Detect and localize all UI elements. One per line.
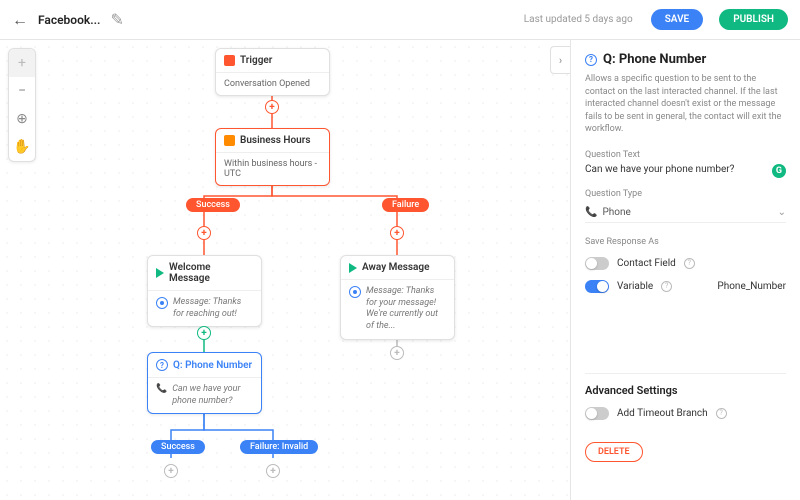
node-trigger[interactable]: Trigger Conversation Opened xyxy=(215,48,330,96)
add-step-button[interactable]: + xyxy=(265,100,279,114)
publish-button[interactable]: PUBLISH xyxy=(719,9,788,30)
contact-field-label: Contact Field xyxy=(617,258,676,269)
add-step-button[interactable]: + xyxy=(266,464,280,478)
send-icon xyxy=(156,268,164,278)
advanced-settings-title: Advanced Settings xyxy=(585,384,786,397)
clock-icon xyxy=(224,135,235,146)
topbar: ← Facebook... ✎ Last updated 5 days ago … xyxy=(0,0,800,40)
node-question-phone[interactable]: ?Q: Phone Number 📞 Can we have your phon… xyxy=(147,352,262,414)
question-text-label: Question Text xyxy=(585,150,786,160)
workflow-title: Facebook... xyxy=(38,13,100,27)
node-away-message[interactable]: Away Message Message: Thanks for your me… xyxy=(340,255,455,340)
branch-pill-failure: Failure xyxy=(382,198,429,212)
question-text-input[interactable]: Can we have your phone number? xyxy=(585,164,734,179)
node-body: Within business hours - UTC xyxy=(216,153,329,185)
grammarly-icon: G xyxy=(772,164,786,178)
branch-pill-success: Success xyxy=(151,440,205,454)
workflow-canvas[interactable]: + − ⊕ ✋ › Trigger Conversation Opened + … xyxy=(0,40,570,500)
question-type-select[interactable]: 📞Phone ⌄ xyxy=(585,203,786,223)
edit-title-icon[interactable]: ✎ xyxy=(110,10,123,29)
save-button[interactable]: SAVE xyxy=(651,9,704,30)
send-icon xyxy=(349,263,357,273)
panel-title: Q: Phone Number xyxy=(603,52,706,67)
help-icon[interactable]: ? xyxy=(684,258,695,269)
panel-description: Allows a specific question to be sent to… xyxy=(585,73,786,136)
question-icon: ? xyxy=(156,359,168,371)
add-step-button[interactable]: + xyxy=(390,226,404,240)
add-step-button[interactable]: + xyxy=(197,326,211,340)
node-body: Conversation Opened xyxy=(216,73,329,95)
side-panel: ? Q: Phone Number Allows a specific quest… xyxy=(570,40,800,500)
delete-button[interactable]: DELETE xyxy=(585,442,643,462)
branch-pill-success: Success xyxy=(186,198,240,212)
fit-view-button[interactable]: ⊕ xyxy=(9,105,35,133)
zoom-in-button[interactable]: + xyxy=(9,49,35,77)
collapse-panel-button[interactable]: › xyxy=(550,46,570,74)
node-title: Away Message xyxy=(362,262,430,273)
message-icon xyxy=(156,297,168,309)
phone-icon: 📞 xyxy=(156,384,167,394)
last-updated: Last updated 5 days ago xyxy=(524,14,633,25)
save-response-label: Save Response As xyxy=(585,237,786,247)
timeout-toggle[interactable] xyxy=(585,407,609,420)
node-title: Trigger xyxy=(240,55,272,66)
variable-name-input[interactable]: Phone_Number xyxy=(717,281,786,292)
branch-pill-failure-invalid: Failure: Invalid xyxy=(240,440,318,454)
help-icon[interactable]: ? xyxy=(716,408,727,419)
question-type-label: Question Type xyxy=(585,189,786,199)
node-welcome-message[interactable]: Welcome Message Message: Thanks for reac… xyxy=(147,255,262,327)
variable-toggle[interactable] xyxy=(585,280,609,293)
timeout-label: Add Timeout Branch xyxy=(617,408,708,419)
back-arrow-icon[interactable]: ← xyxy=(12,10,28,30)
variable-label: Variable xyxy=(617,281,653,292)
add-step-button[interactable]: + xyxy=(197,226,211,240)
message-icon xyxy=(349,286,361,298)
add-step-button[interactable]: + xyxy=(164,464,178,478)
lightning-icon xyxy=(224,55,235,66)
zoom-out-button[interactable]: − xyxy=(9,77,35,105)
node-title: Q: Phone Number xyxy=(173,360,252,371)
add-step-button[interactable]: + xyxy=(390,346,404,360)
question-icon: ? xyxy=(585,54,597,66)
contact-field-toggle[interactable] xyxy=(585,257,609,270)
help-icon[interactable]: ? xyxy=(661,281,672,292)
node-title: Welcome Message xyxy=(169,262,253,284)
node-title: Business Hours xyxy=(240,135,310,146)
chevron-down-icon: ⌄ xyxy=(778,207,786,218)
zoom-toolbar: + − ⊕ ✋ xyxy=(8,48,36,162)
phone-icon: 📞 xyxy=(585,207,597,218)
pan-button[interactable]: ✋ xyxy=(9,133,35,161)
node-business-hours[interactable]: Business Hours Within business hours - U… xyxy=(215,128,330,186)
